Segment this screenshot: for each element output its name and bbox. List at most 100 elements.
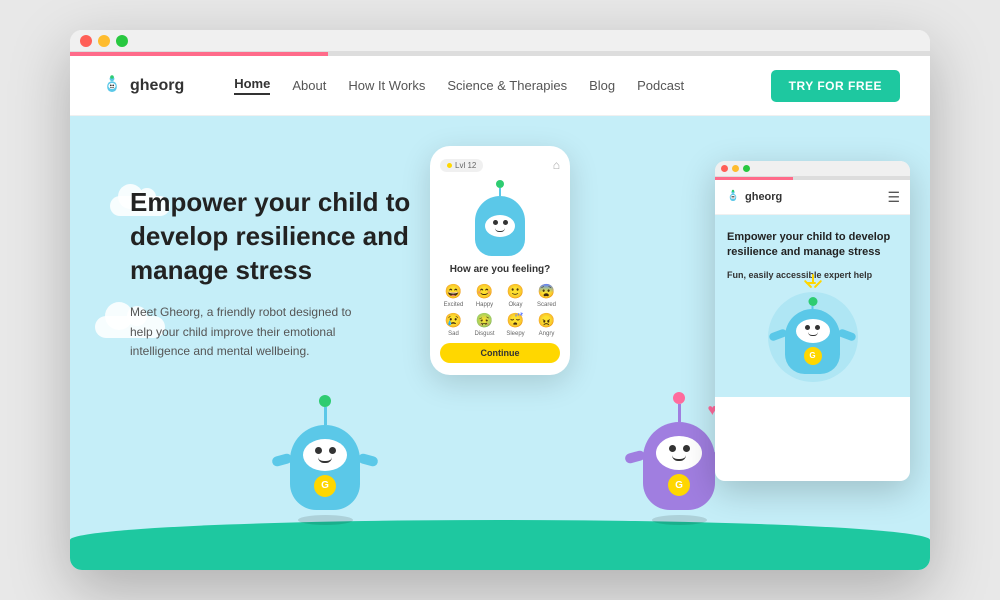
emotion-sleepy[interactable]: 😴 Sleepy xyxy=(502,312,529,337)
tablet-hero-section: Empower your child to develop resilience… xyxy=(715,215,910,397)
robot-purple-body: ♥ G xyxy=(643,422,715,510)
tablet-logo-icon xyxy=(725,189,741,205)
emotion-label-sleepy: Sleepy xyxy=(506,331,524,337)
nav-link-about[interactable]: About xyxy=(292,78,326,93)
logo-text: gheorg xyxy=(130,77,184,95)
phone-eyes xyxy=(493,220,508,225)
robot-face-right xyxy=(656,436,702,470)
hero-section: Empower your child to develop resilience… xyxy=(70,116,930,570)
tablet-robot-face-inner xyxy=(796,319,830,343)
nav-link-science[interactable]: Science & Therapies xyxy=(447,78,567,93)
phone-smile xyxy=(495,228,505,232)
robot-arm-left xyxy=(271,453,293,468)
tablet-titlebar xyxy=(715,161,910,177)
tablet-arm-left xyxy=(768,328,788,342)
nav-link-blog[interactable]: Blog xyxy=(589,78,615,93)
hero-description: Meet Gheorg, a friendly robot designed t… xyxy=(130,303,360,361)
emotion-excited[interactable]: 😄 Excited xyxy=(440,283,467,308)
hero-text-area: Empower your child to develop resilience… xyxy=(130,166,430,361)
emotion-label-happy: Happy xyxy=(476,302,493,308)
nav-link-how-it-works[interactable]: How It Works xyxy=(348,78,425,93)
phone-robot-container xyxy=(475,180,525,256)
titlebar xyxy=(70,30,930,52)
phone-robot-face xyxy=(485,215,515,237)
robot-eye-purple-r xyxy=(683,445,690,452)
robot-eye-r xyxy=(329,447,336,454)
emotions-grid: 😄 Excited 😊 Happy 🙂 Okay 😨 Scared 😢 xyxy=(440,283,560,337)
emotion-happy[interactable]: 😊 Happy xyxy=(471,283,498,308)
robot-eye-l xyxy=(315,447,322,454)
tablet-logo-text: gheorg xyxy=(745,191,782,203)
emotion-emoji-excited: 😄 xyxy=(445,283,462,300)
emotion-emoji-okay: 🙂 xyxy=(507,283,524,300)
emotion-label-scared: Scared xyxy=(537,302,556,308)
emotion-label-sad: Sad xyxy=(448,331,459,337)
maximize-button[interactable] xyxy=(116,35,128,47)
nav-links: Home About How It Works Science & Therap… xyxy=(234,76,740,95)
phone-antenna-stick xyxy=(499,188,501,196)
logo-area[interactable]: gheorg xyxy=(100,74,184,98)
robot-smile-purple xyxy=(672,455,686,461)
level-text: Lvl 12 xyxy=(455,161,476,170)
robot-shadow-right xyxy=(652,515,707,525)
robot-smile xyxy=(318,457,332,463)
emotion-label-angry: Angry xyxy=(539,331,555,337)
try-for-free-button[interactable]: TRY FOR FREE xyxy=(771,70,900,102)
tablet-eye-r xyxy=(815,325,820,330)
tablet-logo[interactable]: gheorg xyxy=(725,189,782,205)
robot-antenna-stick-right xyxy=(678,404,681,422)
tablet-mockup: gheorg ☰ Empower your child to develop r… xyxy=(715,161,910,481)
phone-antenna-ball xyxy=(496,180,504,188)
tablet-smile-inner xyxy=(808,332,818,336)
nav-link-home[interactable]: Home xyxy=(234,76,270,95)
navbar: gheorg Home About How It Works Science &… xyxy=(70,56,930,116)
robot-shadow-left xyxy=(298,515,353,525)
robot-badge-right: G xyxy=(668,474,690,496)
tablet-robot-circle: G xyxy=(768,292,858,382)
robot-blue-body: G xyxy=(290,425,360,510)
robot-antenna-ball-right xyxy=(673,392,685,404)
hero-title: Empower your child to develop resilience… xyxy=(130,186,430,287)
close-button[interactable] xyxy=(80,35,92,47)
continue-button[interactable]: Continue xyxy=(440,343,560,363)
level-dot xyxy=(447,163,452,168)
robot-antenna-ball-left xyxy=(319,395,331,407)
emotion-disgust[interactable]: 🤢 Disgust xyxy=(471,312,498,337)
tablet-arm-right xyxy=(837,328,857,342)
emotion-okay[interactable]: 🙂 Okay xyxy=(502,283,529,308)
robot-arm-right xyxy=(357,453,379,468)
emotion-label-disgust: Disgust xyxy=(474,331,494,337)
emotion-emoji-disgust: 🤢 xyxy=(476,312,493,329)
hamburger-icon[interactable]: ☰ xyxy=(887,189,900,206)
emotion-angry[interactable]: 😠 Angry xyxy=(533,312,560,337)
tablet-hero-title: Empower your child to develop resilience… xyxy=(727,230,898,260)
tablet-minimize-btn[interactable] xyxy=(732,165,739,172)
phone-robot-body xyxy=(475,196,525,256)
emotion-emoji-angry: 😠 xyxy=(538,312,555,329)
phone-eye-r xyxy=(503,220,508,225)
tablet-robot-body-inner: G xyxy=(785,309,840,374)
robot-face-left xyxy=(303,439,347,471)
phone-mockup: Lvl 12 ⌂ How are you xyxy=(430,146,570,375)
phone-eye-l xyxy=(493,220,498,225)
nav-link-podcast[interactable]: Podcast xyxy=(637,78,684,93)
minimize-button[interactable] xyxy=(98,35,110,47)
phone-top-bar: Lvl 12 ⌂ xyxy=(440,158,560,172)
robot-badge-left: G xyxy=(314,475,336,497)
emotion-emoji-sad: 😢 xyxy=(445,312,462,329)
emotion-emoji-happy: 😊 xyxy=(476,283,493,300)
level-badge: Lvl 12 xyxy=(440,159,483,172)
emotion-emoji-sleepy: 😴 xyxy=(507,312,524,329)
home-icon: ⌂ xyxy=(553,158,560,172)
emotion-emoji-scared: 😨 xyxy=(538,283,555,300)
emotion-label-okay: Okay xyxy=(508,302,522,308)
emotion-scared[interactable]: 😨 Scared xyxy=(533,283,560,308)
emotion-sad[interactable]: 😢 Sad xyxy=(440,312,467,337)
robot-arm-left-purple xyxy=(624,450,646,465)
tablet-robot-area: G xyxy=(727,292,898,382)
tablet-maximize-btn[interactable] xyxy=(743,165,750,172)
tablet-close-btn[interactable] xyxy=(721,165,728,172)
logo-icon xyxy=(100,74,124,98)
tablet-navbar: gheorg ☰ xyxy=(715,180,910,215)
tablet-robot-badge-inner: G xyxy=(804,347,822,365)
